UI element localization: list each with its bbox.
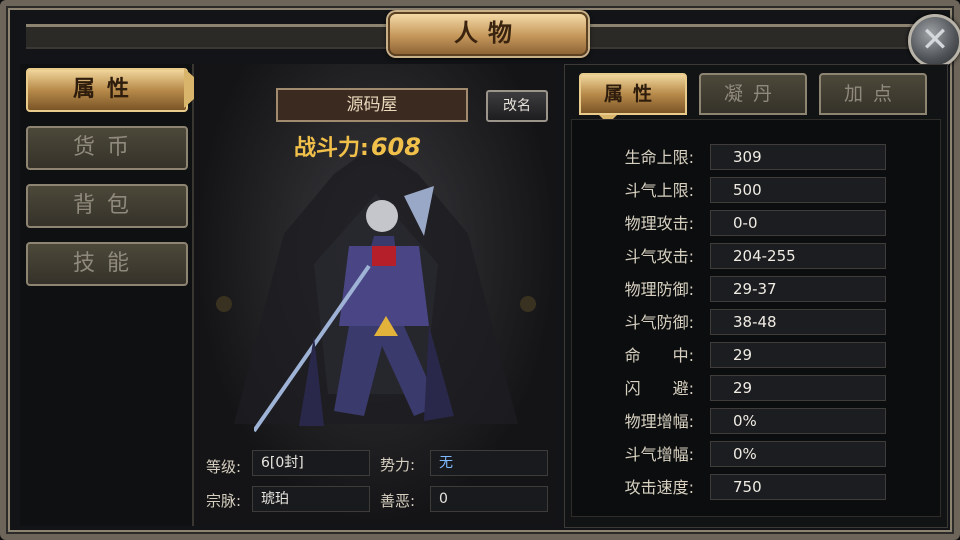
close-button[interactable]: ✕ (908, 14, 960, 68)
stat-value-box: 0-0 (710, 210, 886, 236)
sect-label: 宗脉: (206, 492, 242, 510)
stat-label: 命 中: (624, 346, 694, 365)
stat-label: 物理防御: (624, 280, 694, 299)
stat-label: 攻击速度: (624, 478, 694, 497)
window-title: 人物 (454, 19, 522, 47)
stat-row: 物理攻击: 0-0 (572, 210, 940, 238)
stat-row: 闪 避: 29 (572, 375, 940, 403)
morality-value: 0 (439, 491, 448, 507)
combat-power-value: 608 (370, 133, 421, 161)
stat-label: 物理增幅: (624, 412, 694, 431)
stat-value-box: 0% (710, 408, 886, 434)
faction-field: 无 (430, 450, 548, 476)
level-field: 6[0封] (252, 450, 370, 476)
faction-value: 无 (439, 455, 453, 471)
stat-value: 29 (733, 379, 753, 397)
stat-label: 斗气防御: (624, 313, 694, 332)
stat-label: 生命上限: (624, 148, 694, 167)
stat-label: 斗气攻击: (624, 247, 694, 266)
left-nav: 属性 货币 背包 技能 (20, 64, 194, 526)
morality-label: 善恶: (380, 492, 416, 510)
stat-row: 攻击速度: 750 (572, 474, 940, 502)
stat-row: 斗气上限: 500 (572, 177, 940, 205)
combat-power-label: 战斗力: (294, 136, 369, 161)
nav-skills-label: 技能 (72, 251, 141, 276)
tab-add-points-label: 加点 (843, 83, 902, 105)
stat-row: 斗气攻击: 204-255 (572, 243, 940, 271)
close-icon: ✕ (920, 20, 950, 60)
stats-section: 属性 凝丹 加点 生命上限: 309 斗气上限: 500 物理攻击: 0-0 斗… (564, 64, 948, 528)
character-window: 人物 ✕ 属性 货币 背包 技能 源码屋 改名 战斗力:608 等级: 6[0封… (0, 0, 960, 540)
stat-row: 斗气防御: 38-48 (572, 309, 940, 337)
tab-add-points[interactable]: 加点 (819, 73, 927, 115)
stat-value: 750 (733, 478, 762, 496)
nav-attributes[interactable]: 属性 (26, 68, 188, 112)
stat-value: 500 (733, 181, 762, 199)
nav-backpack[interactable]: 背包 (26, 184, 188, 228)
stat-value-box: 0% (710, 441, 886, 467)
morality-field: 0 (430, 486, 548, 512)
stat-value: 309 (733, 148, 762, 166)
nav-currency[interactable]: 货币 (26, 126, 188, 170)
character-name: 源码屋 (346, 95, 398, 115)
stat-value: 29-37 (733, 280, 777, 298)
sect-value: 琥珀 (261, 491, 289, 507)
stat-row: 物理防御: 29-37 (572, 276, 940, 304)
sect-field: 琥珀 (252, 486, 370, 512)
stat-row: 物理增幅: 0% (572, 408, 940, 436)
stat-value: 0-0 (733, 214, 758, 232)
nav-backpack-label: 背包 (72, 193, 141, 218)
stat-value: 204-255 (733, 247, 796, 265)
stats-panel: 生命上限: 309 斗气上限: 500 物理攻击: 0-0 斗气攻击: 204-… (571, 119, 941, 517)
nav-skills[interactable]: 技能 (26, 242, 188, 286)
stat-label: 斗气增幅: (624, 445, 694, 464)
stat-value-box: 750 (710, 474, 886, 500)
character-panel: 源码屋 改名 战斗力:608 等级: 6[0封] 势力: 无 宗脉: 琥珀 善恶… (194, 64, 558, 526)
tab-condense-label: 凝丹 (723, 83, 782, 105)
rename-button[interactable]: 改名 (486, 90, 548, 122)
stat-row: 生命上限: 309 (572, 144, 940, 172)
stat-value-box: 38-48 (710, 309, 886, 335)
level-value: 6[0封] (261, 455, 304, 471)
faction-label: 势力: (380, 456, 416, 474)
stat-label: 物理攻击: (624, 214, 694, 233)
stat-value: 0% (733, 445, 757, 463)
level-label: 等级: (206, 458, 242, 476)
stat-label: 闪 避: (624, 379, 694, 398)
combat-power: 战斗力:608 (294, 130, 421, 162)
stat-label: 斗气上限: (624, 181, 694, 200)
nav-attributes-label: 属性 (72, 77, 141, 102)
stat-row: 命 中: 29 (572, 342, 940, 370)
stat-value: 29 (733, 346, 753, 364)
nav-currency-label: 货币 (72, 135, 141, 160)
stat-value-box: 500 (710, 177, 886, 203)
stat-value: 38-48 (733, 313, 777, 331)
character-model (254, 186, 454, 433)
stat-value-box: 29 (710, 375, 886, 401)
tab-condense[interactable]: 凝丹 (699, 73, 807, 115)
stat-row: 斗气增幅: 0% (572, 441, 940, 469)
stat-value: 0% (733, 412, 757, 430)
stat-value-box: 309 (710, 144, 886, 170)
stat-value-box: 204-255 (710, 243, 886, 269)
character-name-box: 源码屋 (276, 88, 468, 122)
window-title-plate: 人物 (388, 12, 588, 56)
tab-attributes[interactable]: 属性 (579, 73, 687, 115)
tab-attributes-label: 属性 (603, 83, 662, 105)
stat-value-box: 29 (710, 342, 886, 368)
rename-label: 改名 (503, 98, 531, 114)
stat-value-box: 29-37 (710, 276, 886, 302)
